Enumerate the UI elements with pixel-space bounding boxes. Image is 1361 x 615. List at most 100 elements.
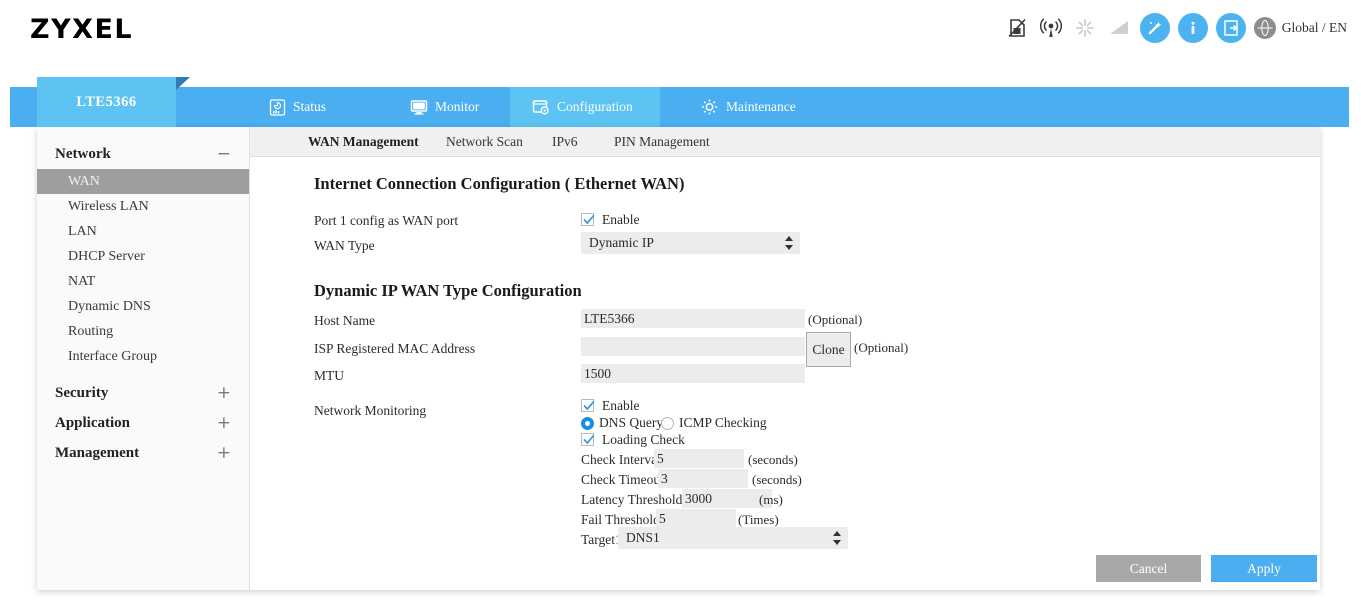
section-title-dynamic-ip: Dynamic IP WAN Type Configuration: [314, 281, 582, 301]
label-fail-threshold: Fail Threshold :: [581, 512, 667, 528]
label-loading-check: Loading Check: [602, 432, 685, 448]
subtab-bar: WAN Management Network Scan IPv6 PIN Man…: [250, 127, 1320, 157]
expand-plus-icon[interactable]: +: [217, 443, 231, 463]
sidebar-group-management-label: Management: [55, 445, 139, 462]
header-icon-bar: Global / EN: [1004, 13, 1353, 43]
input-mtu-value: 1500: [584, 366, 611, 382]
subtab-ipv6[interactable]: IPv6: [546, 127, 584, 157]
nav-item-status[interactable]: Status: [255, 87, 340, 127]
subtab-ipv6-label: IPv6: [552, 134, 578, 150]
chevron-updown-icon: [785, 236, 793, 250]
sidebar-group-application[interactable]: Application +: [37, 408, 249, 438]
input-host-name-value: LTE5366: [584, 311, 635, 327]
select-target1[interactable]: DNS1: [618, 527, 848, 549]
subtab-network-scan-label: Network Scan: [446, 134, 523, 150]
sidebar-item-lan-label: LAN: [68, 224, 97, 240]
wizard-wand-icon[interactable]: [1140, 13, 1170, 43]
sim-card-off-icon[interactable]: [1004, 15, 1030, 41]
maintenance-gear-icon: [700, 98, 719, 116]
select-wan-type[interactable]: Dynamic IP: [581, 232, 800, 254]
brand-tab[interactable]: LTE5366: [37, 77, 176, 127]
nav-item-configuration-label: Configuration: [557, 99, 633, 115]
input-fail-threshold-value: 5: [659, 511, 666, 527]
nav-item-maintenance-label: Maintenance: [726, 99, 796, 115]
input-check-timeout-value: 3: [661, 471, 668, 487]
language-label[interactable]: Global / EN: [1282, 20, 1347, 36]
cancel-button[interactable]: Cancel: [1096, 555, 1201, 582]
expand-plus-icon[interactable]: +: [217, 413, 231, 433]
subtab-wan-management[interactable]: WAN Management: [302, 127, 425, 157]
sidebar-item-wireless-lan[interactable]: Wireless LAN: [37, 194, 249, 219]
wan-config-form: Internet Connection Configuration ( Ethe…: [250, 157, 1320, 590]
checkbox-monitoring-enable[interactable]: [581, 399, 594, 412]
sidebar-item-wan-label: WAN: [68, 174, 100, 190]
clone-button[interactable]: Clone: [806, 332, 851, 367]
input-mtu[interactable]: [581, 364, 805, 383]
section-title-internet-connection: Internet Connection Configuration ( Ethe…: [314, 174, 684, 194]
subtab-network-scan[interactable]: Network Scan: [440, 127, 529, 157]
signal-bars-icon[interactable]: [1106, 15, 1132, 41]
sidebar-item-dynamic-dns[interactable]: Dynamic DNS: [37, 294, 249, 319]
content-panel: Network − WAN Wireless LAN LAN DHCP Serv…: [37, 127, 1320, 590]
brand-tab-label: LTE5366: [76, 94, 136, 111]
nav-item-maintenance[interactable]: Maintenance: [686, 87, 810, 127]
subtab-pin-management[interactable]: PIN Management: [608, 127, 716, 157]
sidebar-item-interface-group-label: Interface Group: [68, 349, 157, 365]
chevron-updown-icon: [833, 531, 841, 545]
zyxel-logo: ZYXEL: [30, 14, 133, 45]
info-icon[interactable]: [1178, 13, 1208, 43]
sidebar-group-security[interactable]: Security +: [37, 378, 249, 408]
nav-item-monitor-label: Monitor: [435, 99, 479, 115]
label-isp-mac: ISP Registered MAC Address: [314, 341, 475, 357]
clone-button-label: Clone: [812, 342, 844, 358]
nav-item-monitor[interactable]: Monitor: [396, 87, 493, 127]
sidebar-group-security-label: Security: [55, 385, 108, 402]
subtab-pin-management-label: PIN Management: [614, 134, 710, 150]
sidebar-item-routing[interactable]: Routing: [37, 319, 249, 344]
radio-dns-query[interactable]: [581, 417, 594, 430]
nav-item-configuration[interactable]: Configuration: [510, 87, 660, 127]
sidebar: Network − WAN Wireless LAN LAN DHCP Serv…: [37, 127, 250, 590]
wifi-burst-icon[interactable]: [1072, 15, 1098, 41]
sidebar-group-network-label: Network: [55, 146, 111, 163]
input-latency-threshold-value: 3000: [685, 491, 712, 507]
unit-latency-threshold: (ms): [759, 492, 783, 508]
input-isp-mac[interactable]: [581, 337, 805, 356]
note-host-name-optional: (Optional): [808, 312, 862, 328]
globe-icon[interactable]: [1254, 17, 1276, 39]
sidebar-item-interface-group[interactable]: Interface Group: [37, 344, 249, 369]
sidebar-item-nat[interactable]: NAT: [37, 269, 249, 294]
label-port1-enable: Enable: [602, 212, 639, 228]
apply-button[interactable]: Apply: [1211, 555, 1317, 582]
label-latency-threshold: Latency Threshold :: [581, 492, 689, 508]
sidebar-item-wan[interactable]: WAN: [37, 169, 249, 194]
select-wan-type-value: Dynamic IP: [589, 235, 654, 251]
page-header: ZYXEL: [0, 0, 1361, 62]
main-navbar: [10, 87, 1349, 127]
checkbox-port1-enable[interactable]: [581, 213, 594, 226]
label-port1-config: Port 1 config as WAN port: [314, 213, 458, 229]
status-chart-icon: [269, 99, 286, 116]
input-check-timeout[interactable]: [658, 469, 748, 488]
input-check-interval[interactable]: [654, 449, 744, 468]
nav-item-status-label: Status: [293, 99, 326, 115]
cellular-antenna-icon[interactable]: [1038, 15, 1064, 41]
checkbox-loading-check[interactable]: [581, 433, 594, 446]
input-fail-threshold[interactable]: [656, 509, 736, 528]
sidebar-group-management[interactable]: Management +: [37, 438, 249, 468]
expand-plus-icon[interactable]: +: [217, 383, 231, 403]
sidebar-item-lan[interactable]: LAN: [37, 219, 249, 244]
apply-button-label: Apply: [1247, 561, 1281, 577]
label-monitoring-enable: Enable: [602, 398, 639, 414]
collapse-minus-icon[interactable]: −: [217, 144, 231, 164]
subtab-wan-management-label: WAN Management: [308, 134, 419, 150]
logout-icon[interactable]: [1216, 13, 1246, 43]
sidebar-item-dhcp-server[interactable]: DHCP Server: [37, 244, 249, 269]
router-admin-page: ZYXEL: [0, 0, 1361, 615]
sidebar-group-network[interactable]: Network −: [37, 139, 249, 169]
radio-icmp-checking[interactable]: [661, 417, 674, 430]
input-check-interval-value: 5: [657, 451, 664, 467]
cancel-button-label: Cancel: [1130, 561, 1167, 577]
label-host-name: Host Name: [314, 313, 375, 329]
note-isp-mac-optional: (Optional): [854, 340, 908, 356]
